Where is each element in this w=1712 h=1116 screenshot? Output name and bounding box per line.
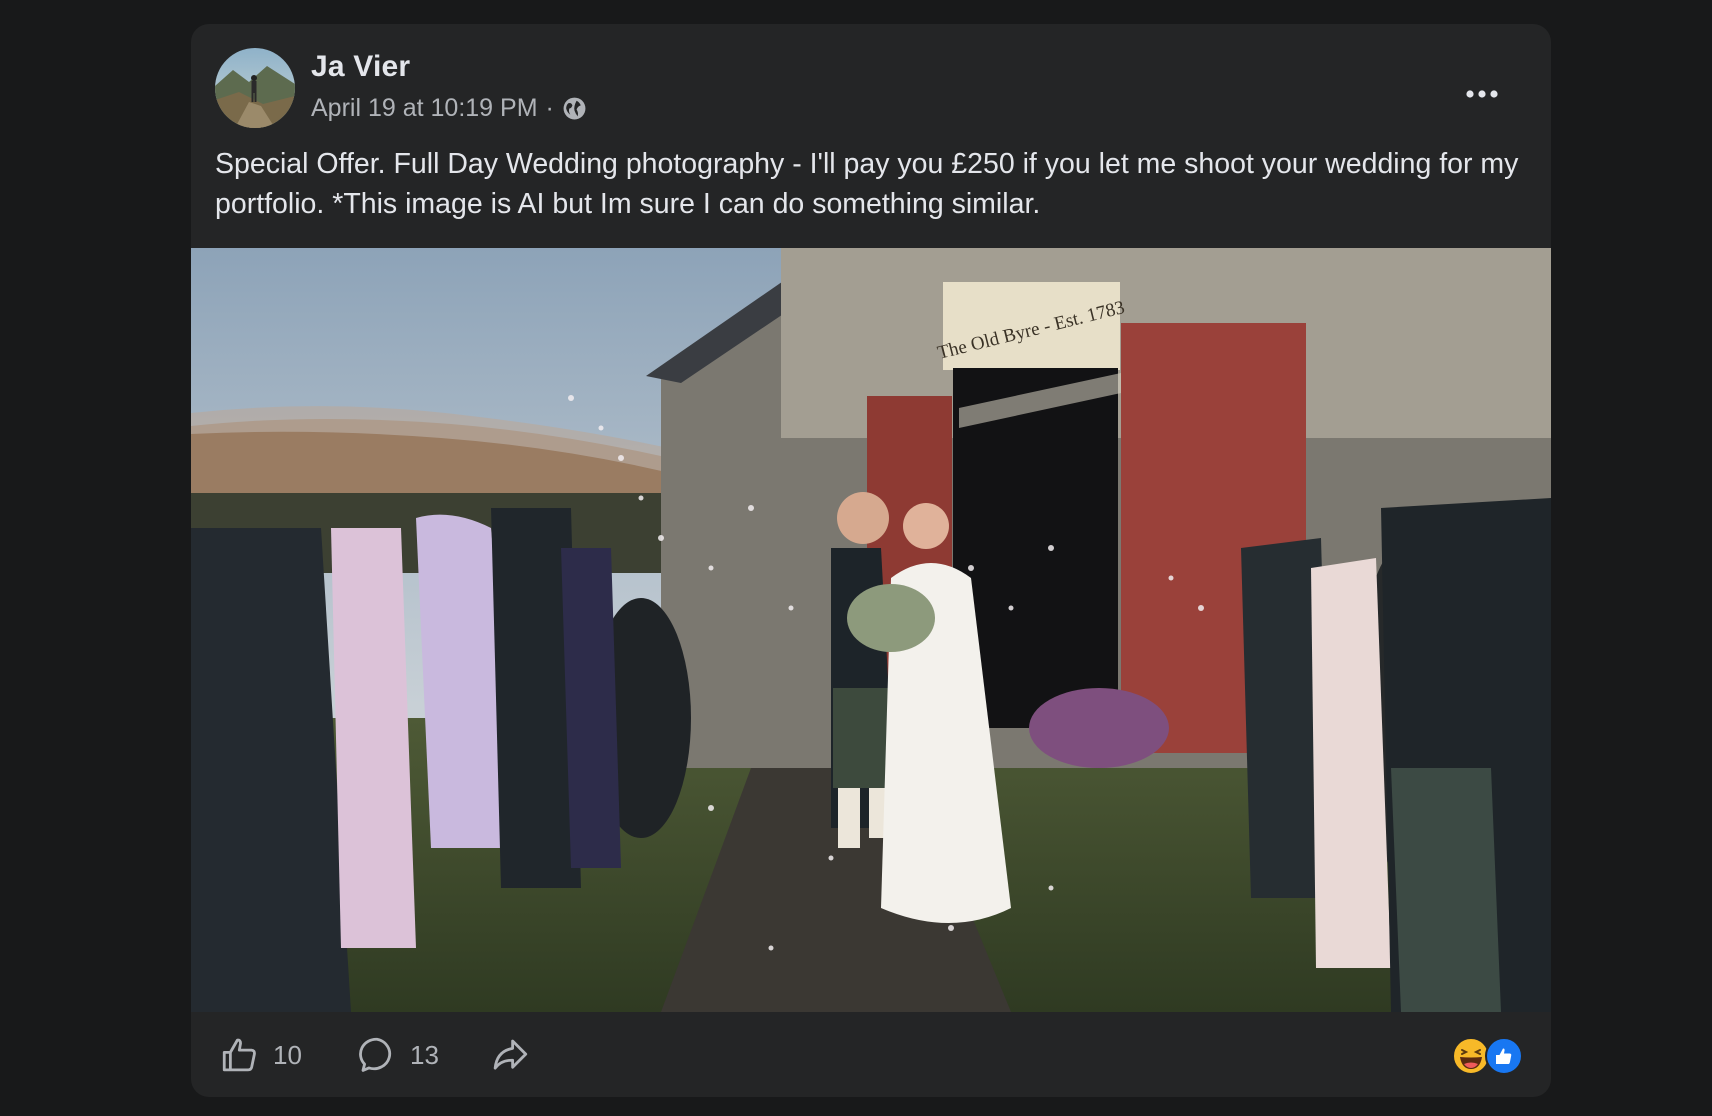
share-arrow-icon [493,1039,528,1070]
meta-separator: · [545,94,554,122]
comment-button[interactable]: 13 [356,1034,439,1076]
comment-count: 13 [410,1039,439,1070]
share-button[interactable] [489,1034,531,1076]
like-button[interactable]: 10 [219,1034,302,1076]
post-meta: April 19 at 10:19 PM · [311,94,587,123]
author-name[interactable]: Ja Vier [311,50,410,84]
post-photo[interactable]: The Old Byre - Est. 1783 [191,248,1551,1012]
globe-icon[interactable] [562,96,587,121]
post-text: Special Offer. Full Day Wedding photogra… [215,148,1519,220]
like-reaction-icon [1485,1037,1523,1075]
comment-bubble-icon [359,1037,392,1072]
laugh-reaction-icon [1452,1037,1490,1075]
more-options-button[interactable] [1463,82,1501,106]
post-timestamp[interactable]: April 19 at 10:19 PM [311,94,538,123]
like-count: 10 [273,1039,302,1070]
reactions-summary[interactable] [1451,1036,1525,1076]
author-avatar[interactable] [215,48,295,128]
post-actions: 10 13 [191,1012,1551,1097]
thumbs-up-icon [222,1038,256,1072]
post-card: Ja Vier April 19 at 10:19 PM · Special O… [191,24,1551,1097]
